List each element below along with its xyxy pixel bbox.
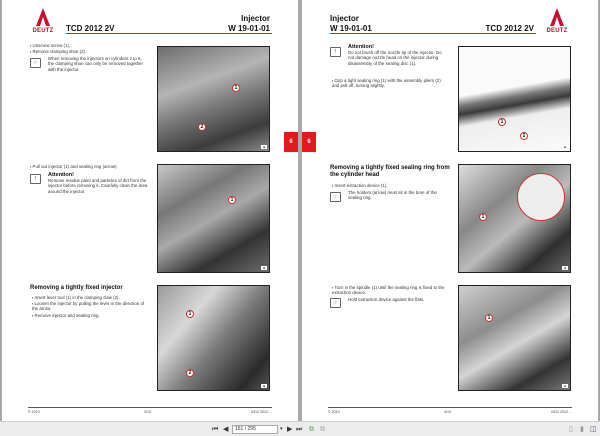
two-page-view-icon[interactable]: ◫ [590, 425, 597, 434]
page-number-input[interactable]: 151 / 295 [232, 425, 278, 434]
step: Unscrew screw (1). [30, 43, 71, 48]
section-code: W 19-01-01 [228, 24, 270, 33]
first-page-icon[interactable]: ⏮ [212, 425, 218, 434]
note-icon: ☞ [330, 192, 341, 202]
note-icon: ☞ [30, 58, 41, 68]
go-forward-icon[interactable]: ⧉ [320, 425, 325, 434]
footer-rule [328, 407, 572, 408]
go-back-icon[interactable]: ⧉ [309, 425, 314, 434]
step: Grip a tight sealing ring (1) with the a… [332, 78, 447, 89]
step: Remove injector and sealing ring. [32, 313, 100, 318]
model-name: TCD 2012 2V [66, 24, 115, 33]
left-page: DEUTZ TCD 2012 2V Injector W 19-01-01 Un… [2, 0, 298, 421]
right-page: Injector W 19-01-01 TCD 2012 2V DEUTZ ! … [302, 0, 598, 421]
section-heading: Removing a tightly fixed injector [30, 285, 123, 291]
footer-copyright: © 2010 [28, 410, 40, 414]
page-dropdown-icon[interactable]: ▾ [280, 425, 283, 434]
section-heading: Removing a tightly fixed sealing ring fr… [330, 165, 450, 178]
note-text: When removing the injectors on cylinders… [48, 56, 143, 72]
note-icon: ☞ [330, 298, 341, 308]
photo-spindle: 1 ■ [458, 285, 571, 391]
prev-page-icon[interactable]: ◀ [223, 425, 228, 434]
section-code: W 19-01-01 [330, 24, 372, 33]
chapter-tab: 6 [302, 132, 316, 152]
footer-page-number: 4/10 [444, 410, 451, 414]
attention-text: Remove residue paint and particles of di… [48, 178, 148, 194]
model-name: TCD 2012 2V [485, 24, 534, 33]
deutz-logo: DEUTZ [544, 8, 570, 34]
single-page-view-icon[interactable]: ▯ [569, 425, 573, 434]
attention-icon: ! [30, 174, 41, 184]
step: Remove clamping shoe (2). [30, 49, 87, 54]
footer-page-number: 3/10 [144, 410, 151, 414]
note-text: The holders (arrow) must sit in the bore… [348, 190, 437, 201]
header-rule [66, 33, 272, 34]
footer-copyright: © 2010 [328, 410, 340, 414]
attention-text: Do not brush off the nozzle tip of the i… [348, 50, 442, 66]
deutz-logo: DEUTZ [30, 8, 56, 34]
chapter-tab: 6 [284, 132, 298, 152]
note-text: Hold extraction device against the flats… [348, 297, 425, 302]
step: Insert extraction device (1). [332, 183, 388, 188]
footer-rule [28, 407, 272, 408]
last-page-icon[interactable]: ⏭ [296, 425, 302, 434]
photo-assembly-pliers: 1 2 ■ [458, 46, 571, 152]
step: Turn in the spindle (1) until the sealin… [332, 285, 447, 296]
section-title: Injector [241, 14, 270, 23]
next-page-icon[interactable]: ▶ [287, 425, 292, 434]
continuous-view-icon[interactable]: ▮ [580, 425, 584, 434]
footer-doc-id: 0312 2012 ... [251, 410, 272, 414]
photo-clamping-shoe: 1 2 ■ [157, 46, 270, 152]
step: Loosen the injector by pulling the lever… [32, 301, 147, 312]
attention-icon: ! [330, 47, 341, 57]
detail-magnifier [517, 173, 565, 221]
step: Pull out injector (1) and sealing ring (… [30, 164, 118, 169]
photo-lever-tool: 1 2 ■ [157, 285, 270, 391]
section-title: Injector [330, 14, 359, 23]
photo-pull-injector: 1 ■ [157, 164, 270, 273]
viewer-toolbar: ⏮ ◀ 151 / 295 ▾ ▶ ⏭ ⧉ ⧉ ▯ ▮ ◫ [0, 421, 600, 436]
step: Insert lever tool (1) in the clamping cl… [32, 295, 120, 300]
header-rule [330, 33, 536, 34]
photo-extraction-device: 1 ■ [458, 164, 571, 273]
footer-doc-id: 0312 2012 ... [551, 410, 572, 414]
